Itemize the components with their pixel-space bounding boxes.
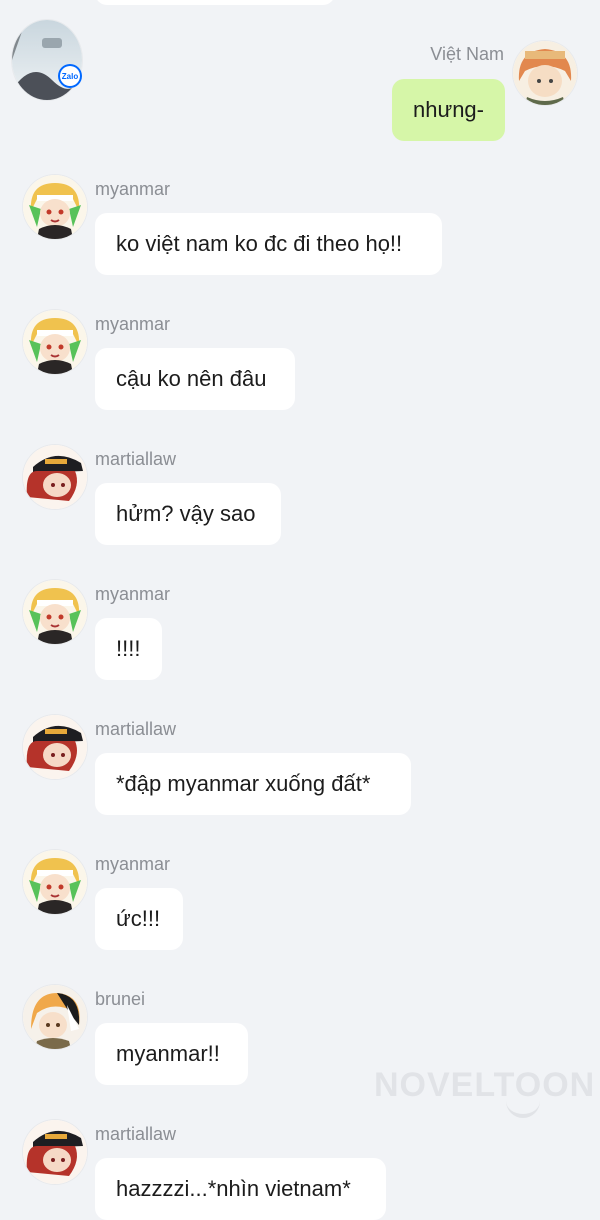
- self-avatar[interactable]: [513, 41, 577, 105]
- watermark-smile-icon: [506, 1100, 540, 1118]
- self-sender-name: Việt Nam: [430, 44, 504, 64]
- message-bubble[interactable]: !!!!: [95, 618, 162, 680]
- landscape-photo-icon: [12, 20, 82, 100]
- sender-avatar[interactable]: [23, 1120, 87, 1184]
- blonde-green-hair-character-avatar-icon: [23, 850, 87, 914]
- black-white-hair-character-avatar-icon: [23, 985, 87, 1049]
- message-bubble[interactable]: ko việt nam ko đc đi theo họ!!: [95, 213, 442, 275]
- message-bubble[interactable]: hửm? vậy sao: [95, 483, 281, 545]
- sender-avatar[interactable]: [23, 310, 87, 374]
- red-hair-black-cap-character-avatar-icon: [23, 715, 87, 779]
- sender-name: myanmar: [95, 854, 171, 874]
- self-message-bubble[interactable]: nhưng-: [392, 79, 505, 141]
- sender-name: martiallaw: [95, 719, 177, 739]
- sender-name: martiallaw: [95, 1124, 177, 1144]
- sender-name: brunei: [95, 989, 146, 1009]
- red-hair-black-cap-character-avatar-icon: [23, 445, 87, 509]
- blonde-green-hair-character-avatar-icon: [23, 310, 87, 374]
- message-bubble[interactable]: ức!!!: [95, 888, 183, 950]
- group-avatar[interactable]: [12, 20, 82, 100]
- sender-name: myanmar: [95, 314, 171, 334]
- blonde-green-hair-character-avatar-icon: [23, 175, 87, 239]
- orange-hair-character-avatar-icon: [513, 41, 577, 105]
- sender-avatar[interactable]: [23, 985, 87, 1049]
- blonde-green-hair-character-avatar-icon: [23, 580, 87, 644]
- message-bubble[interactable]: hazzzzi...*nhìn vietnam*: [95, 1158, 386, 1220]
- zalo-badge: Zalo: [58, 64, 82, 88]
- sender-name: martiallaw: [95, 449, 177, 469]
- red-hair-black-cap-character-avatar-icon: [23, 1120, 87, 1184]
- sender-avatar[interactable]: [23, 715, 87, 779]
- message-bubble[interactable]: *đập myanmar xuống đất*: [95, 753, 411, 815]
- sender-avatar[interactable]: [23, 850, 87, 914]
- message-bubble[interactable]: myanmar!!: [95, 1023, 248, 1085]
- noveltoon-watermark: NOVELTOON: [374, 1066, 596, 1104]
- sender-avatar[interactable]: [23, 580, 87, 644]
- sender-avatar[interactable]: [23, 445, 87, 509]
- message-bubble[interactable]: cậu ko nên đâu: [95, 348, 295, 410]
- previous-message-bubble: [95, 0, 335, 5]
- sender-name: myanmar: [95, 179, 171, 199]
- sender-name: myanmar: [95, 584, 171, 604]
- sender-avatar[interactable]: [23, 175, 87, 239]
